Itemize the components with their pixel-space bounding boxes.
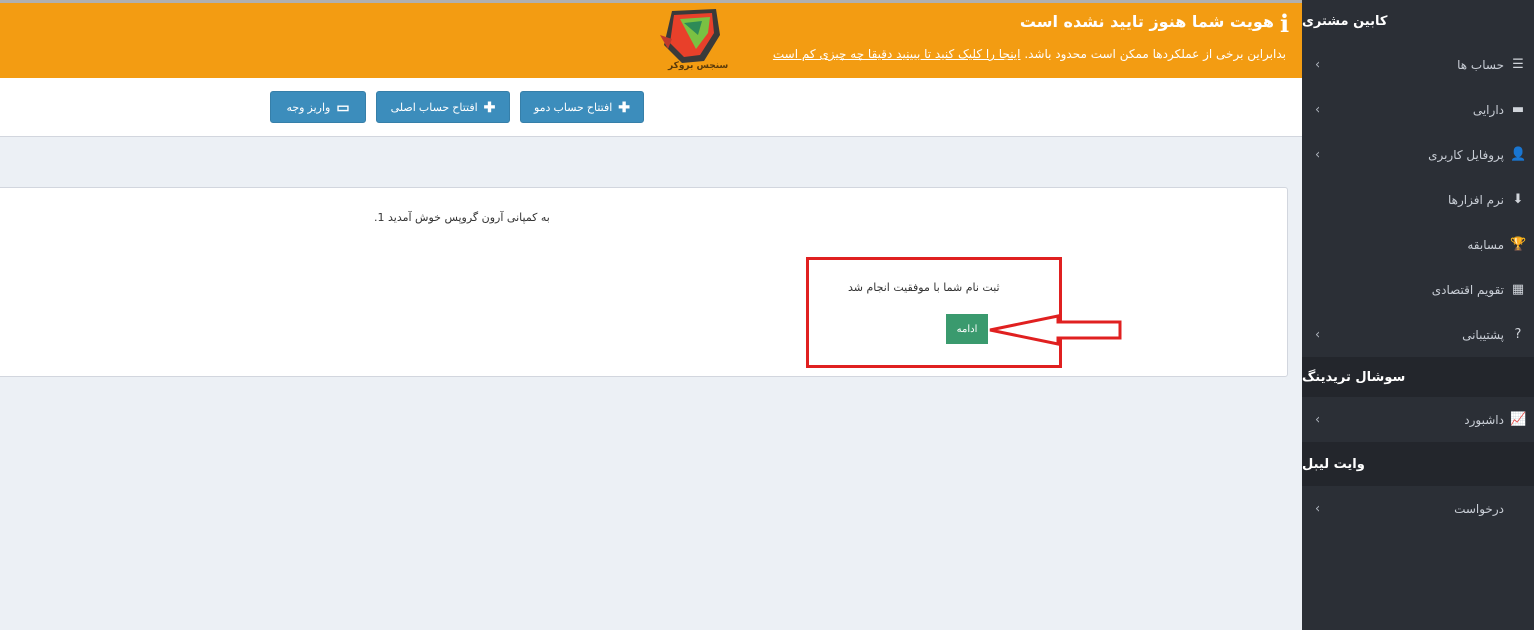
open-real-account-label: افتتاح حساب اصلی [390,101,478,114]
question-icon: ? [1514,327,1522,342]
open-demo-account-button[interactable]: ✚ افتتاح حساب دمو [520,91,644,123]
sidebar-item-label: دارایی [1472,102,1504,117]
logo-text: سنجس بروکر [668,61,729,71]
sidebar-item-label: درخواست [1454,501,1504,516]
info-icon: i [1280,9,1290,38]
alert-link[interactable]: اینجا را کلیک کنید تا ببینید دقیقا چه چی… [773,47,1021,61]
alert-text-prefix: بدابراین برخی از عملکردها ممکن است محدود… [1024,47,1286,61]
open-demo-account-label: افتتاح حساب دمو [533,101,613,114]
sidebar-item-main-6[interactable]: ‹ پشتیبانی? [1302,312,1534,357]
sidebar-item-main-5[interactable]: تقویم اقتصادی ▦ [1302,267,1534,312]
pointer-arrow-icon [989,314,1122,346]
plus-icon: ✚ [483,98,496,115]
sidebar-item-white-0[interactable]: ‹ درخواست [1302,486,1534,531]
sidebar-item-main-3[interactable]: نرم افزارها ⬇ [1302,177,1534,222]
open-real-account-button[interactable]: ✚ افتتاح حساب اصلی [376,91,510,123]
credit-card-icon: ▭ [336,98,350,115]
alert-text: بدابراین برخی از عملکردها ممکن است محدود… [773,47,1286,61]
alert-title: هویت شما هنوز تایید نشده است [1019,12,1274,31]
sidebar-item-main-1[interactable]: ‹ دارایی ▬ [1302,87,1534,132]
deposit-button[interactable]: ▭ واریز وجه [270,91,366,123]
action-toolbar: ✚ افتتاح حساب دمو ✚ افتتاح حساب اصلی ▭ و… [0,78,1302,137]
sidebar-section-social: سوشال تریدینگ [1302,357,1534,397]
plus-icon: ✚ [618,98,631,115]
chevron-left-icon: ‹ [1315,412,1321,427]
continue-button[interactable]: ادامه [946,314,988,344]
sidebar: کابین مشتری ‹ حساب ها ☰ ‹ دارایی ▬ ‹ پروفایل کا… [1302,0,1534,630]
sidebar-item-label: پروفایل کاربری [1428,147,1504,162]
chevron-left-icon: ‹ [1315,327,1321,342]
calendar-icon: ▦ [1511,282,1525,297]
sidebar-item-social-0[interactable]: ‹ داشبورد 📈 [1302,397,1534,442]
sidebar-section-whitelabel: وایت لیبل [1302,442,1534,486]
sidebar-item-label: تقویم اقتصادی [1431,282,1504,297]
sidebar-item-label: حساب ها [1457,57,1504,72]
chart-icon: 📈 [1510,412,1527,427]
user-icon: 👤 [1510,147,1527,162]
deposit-label: واریز وجه [286,101,331,114]
sidebar-item-main-2[interactable]: ‹ پروفایل کاربری 👤 [1302,132,1534,177]
trophy-icon: 🏆 [1510,237,1527,252]
chevron-left-icon: ‹ [1315,102,1321,117]
sidebar-item-main-0[interactable]: ‹ حساب ها ☰ [1302,42,1534,87]
wallet-icon: ▬ [1511,102,1525,117]
sidebar-item-label: داشبورد [1464,412,1504,427]
sidebar-item-label: مسابقه [1467,237,1504,252]
identity-alert-bar: i هویت شما هنوز تایید نشده است بدابراین … [0,0,1302,78]
chevron-left-icon: ‹ [1315,501,1321,516]
chevron-left-icon: ‹ [1315,57,1321,72]
welcome-message: به کمپانی آرون گروپس خوش آمدید 1. [374,211,550,224]
download-icon: ⬇ [1512,192,1524,207]
sidebar-header: کابین مشتری [1302,0,1534,42]
sidebar-item-label: نرم افزارها [1447,192,1504,207]
list-icon: ☰ [1512,57,1524,72]
sidebar-item-main-4[interactable]: مسابقه 🏆 [1302,222,1534,267]
sidebar-item-label: پشتیبانی [1462,327,1504,342]
chevron-left-icon: ‹ [1315,147,1321,162]
success-message: ثبت نام شما با موفقیت انجام شد [848,281,1000,294]
